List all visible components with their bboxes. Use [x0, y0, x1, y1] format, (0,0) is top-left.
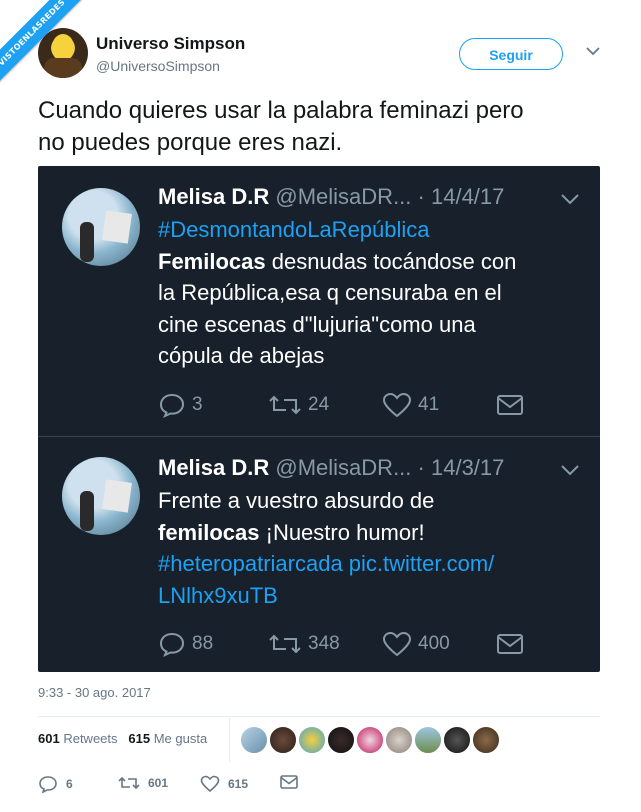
retweet-icon — [269, 395, 301, 415]
body-text: cópula de abejas — [158, 343, 325, 368]
quoted-date: · 14/3/17 — [417, 455, 505, 480]
divider — [38, 716, 600, 717]
reply-count: 6 — [66, 777, 73, 791]
like-count: 615 — [228, 777, 249, 791]
dm-button[interactable] — [280, 775, 306, 789]
tweet-actions: 6 601 615 — [38, 775, 338, 797]
retweets-count: 601 — [38, 731, 60, 746]
pic-link: LNlhx9xuTB — [158, 582, 278, 608]
liker-avatar[interactable] — [443, 726, 471, 754]
tweet-text-line: no puedes porque eres nazi. — [38, 129, 343, 156]
divider — [229, 718, 230, 762]
reply-button[interactable]: 6 — [38, 775, 73, 793]
liker-avatar[interactable] — [269, 726, 297, 754]
liker-avatar[interactable] — [385, 726, 413, 754]
quoted-like: 400 — [382, 629, 450, 659]
likes-label: Me gusta — [153, 731, 208, 746]
envelope-icon — [497, 634, 523, 654]
heart-icon — [200, 775, 220, 793]
bold-word: femilocas — [158, 519, 260, 545]
reply-icon — [159, 393, 185, 418]
retweet-count: 24 — [308, 394, 330, 415]
likes-count: 615 — [128, 731, 151, 746]
liker-avatar[interactable] — [298, 726, 326, 754]
quoted-actions: 88 348 400 — [158, 629, 578, 659]
tweet-text-line: Cuando quieres usar la palabra feminazi … — [38, 97, 524, 124]
quoted-name: Melisa D.R — [158, 184, 270, 209]
hashtag-link: #heteropatriarcada pic.twitter.com/ — [158, 551, 495, 576]
retweet-icon — [118, 776, 140, 790]
embedded-screenshot: Melisa D.R @MelisaDR... · 14/4/17 #Desmo… — [38, 166, 600, 672]
quoted-tweet: Melisa D.R @MelisaDR... · 14/4/17 #Desmo… — [38, 166, 600, 436]
envelope-icon — [280, 775, 298, 789]
quoted-reply: 3 — [158, 390, 203, 420]
quoted-handle: @MelisaDR... — [275, 184, 412, 209]
tweet-stats: 601 Retweets 615 Me gusta — [38, 731, 207, 746]
quoted-retweet: 348 — [268, 629, 340, 659]
quoted-avatar — [62, 188, 140, 266]
quoted-header: Melisa D.R @MelisaDR... · 14/3/17 — [158, 453, 504, 483]
likes-stat[interactable]: 615 Me gusta — [128, 731, 207, 746]
quoted-body: #DesmontandoLaRepública Femilocas desnud… — [158, 214, 578, 372]
chevron-down-icon[interactable] — [584, 42, 602, 60]
quoted-body: Frente a vuestro absurdo de femilocas ¡N… — [158, 485, 578, 611]
reply-count: 3 — [192, 394, 203, 415]
quoted-retweet: 24 — [268, 390, 329, 420]
quoted-actions: 3 24 41 — [158, 390, 578, 420]
quoted-like: 41 — [382, 390, 439, 420]
reply-count: 88 — [192, 633, 214, 654]
body-text: cine escenas d"lujuria"como una — [158, 311, 476, 337]
quoted-tweet: Melisa D.R @MelisaDR... · 14/3/17 Frente… — [38, 436, 600, 673]
retweets-stat[interactable]: 601 Retweets — [38, 731, 118, 746]
quoted-handle: @MelisaDR... — [275, 455, 412, 480]
body-text: desnudas tocándose con — [265, 248, 517, 274]
body-text: Frente a vuestro absurdo de — [158, 488, 435, 513]
retweet-count: 348 — [308, 633, 340, 654]
like-count: 400 — [418, 633, 450, 654]
quoted-header: Melisa D.R @MelisaDR... · 14/4/17 — [158, 182, 504, 212]
like-button[interactable]: 615 — [200, 775, 248, 793]
follow-button[interactable]: Seguir — [459, 38, 563, 70]
author-avatar[interactable] — [38, 28, 88, 78]
liker-avatar[interactable] — [327, 726, 355, 754]
quoted-name: Melisa D.R — [158, 455, 270, 480]
tweet-text: Cuando quieres usar la palabra feminazi … — [38, 95, 608, 159]
retweet-count: 601 — [148, 776, 169, 790]
liker-avatar[interactable] — [240, 726, 268, 754]
quoted-dm — [496, 629, 530, 659]
heart-icon — [382, 392, 412, 418]
tweet-timestamp[interactable]: 9:33 - 30 ago. 2017 — [38, 685, 151, 700]
quoted-dm — [496, 390, 530, 420]
chevron-down-icon — [561, 194, 579, 205]
quoted-avatar — [62, 457, 140, 535]
retweet-icon — [269, 634, 301, 654]
reply-icon — [39, 776, 57, 793]
envelope-icon — [497, 395, 523, 415]
liker-avatar[interactable] — [356, 726, 384, 754]
retweet-button[interactable]: 601 — [118, 775, 168, 791]
hashtag-link: #DesmontandoLaRepública — [158, 217, 430, 242]
liker-avatar[interactable] — [414, 726, 442, 754]
liker-avatar[interactable] — [472, 726, 500, 754]
body-text: la República,esa q censuraba en el — [158, 280, 502, 305]
retweets-label: Retweets — [63, 731, 118, 746]
chevron-down-icon — [561, 465, 579, 476]
author-handle[interactable]: @UniversoSimpson — [96, 58, 220, 74]
bold-word: Femilocas — [158, 248, 266, 274]
quoted-reply: 88 — [158, 629, 213, 659]
like-count: 41 — [418, 394, 440, 415]
quoted-date: · 14/4/17 — [417, 184, 505, 209]
heart-icon — [382, 631, 412, 657]
body-text: ¡Nuestro humor! — [259, 519, 425, 545]
reply-icon — [159, 632, 185, 657]
author-name[interactable]: Universo Simpson — [96, 34, 245, 54]
tweet-header: Universo Simpson @UniversoSimpson Seguir — [38, 28, 641, 80]
